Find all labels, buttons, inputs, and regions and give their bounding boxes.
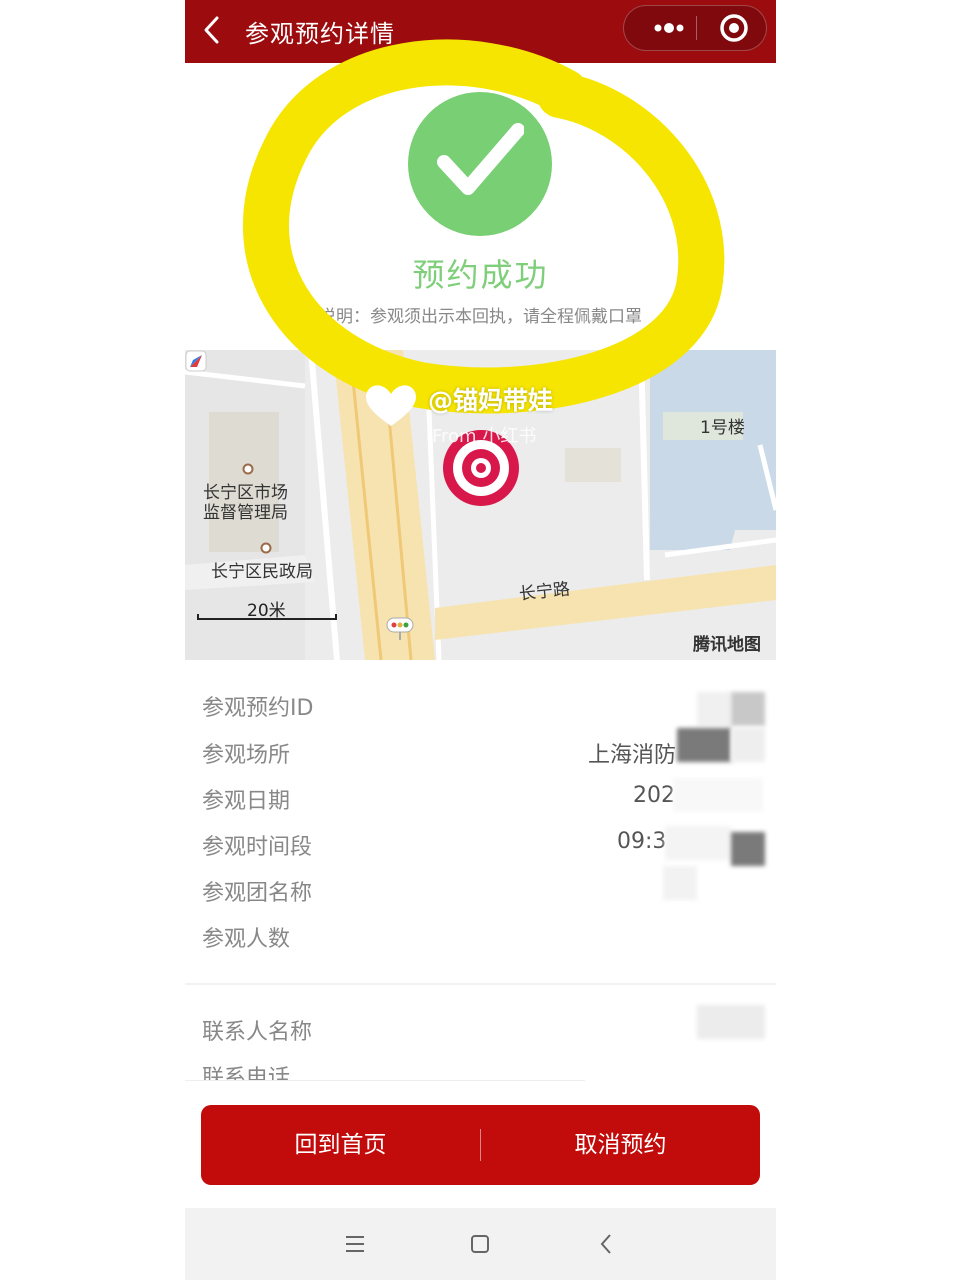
system-menu-button[interactable]	[335, 1226, 375, 1262]
section-divider	[185, 983, 776, 985]
target-close-icon	[720, 14, 748, 42]
phone-screen: 参观预约详情 预约成功 说明：参观须出示本回执，请全程佩戴口罩 1号楼 长宁区市…	[185, 0, 776, 1280]
location-target-icon	[443, 430, 519, 506]
reservation-note: 说明：参观须出示本回执，请全程佩戴口罩	[319, 307, 642, 327]
detail-value-venue: 上海消防	[588, 743, 677, 768]
detail-label-date: 参观日期	[202, 789, 291, 814]
chevron-left-icon	[204, 16, 219, 44]
more-dots-icon	[654, 23, 684, 33]
redacted-block	[665, 826, 731, 860]
tencent-map-logo-icon	[185, 350, 207, 372]
menu-icon	[346, 1236, 364, 1252]
close-mini-program-button[interactable]	[704, 6, 764, 50]
check-icon	[437, 123, 524, 195]
detail-value-timeslot: 09:3	[617, 829, 667, 854]
detail-label-venue: 参观场所	[202, 743, 291, 768]
system-back-button[interactable]	[587, 1226, 627, 1262]
detail-label-contact: 联系人名称	[202, 1020, 313, 1045]
more-button[interactable]	[634, 6, 694, 50]
map-provider-label: 腾讯地图	[693, 635, 761, 655]
redacted-block	[731, 728, 765, 762]
system-home-button[interactable]	[460, 1226, 500, 1262]
redacted-block	[677, 728, 731, 762]
back-home-button[interactable]: 回到首页	[201, 1105, 480, 1185]
capsule-divider	[696, 16, 697, 40]
redacted-block	[663, 866, 697, 900]
section-divider	[185, 1080, 585, 1081]
map-scale-bar	[197, 614, 337, 620]
redacted-block	[731, 832, 765, 866]
redacted-block	[731, 692, 765, 726]
detail-label-id: 参观预约ID	[202, 696, 314, 721]
action-bar: 回到首页 取消预约	[201, 1105, 760, 1185]
title-bar: 参观预约详情	[185, 0, 776, 63]
system-nav-bar	[185, 1208, 776, 1280]
mini-program-capsule	[623, 5, 767, 51]
back-icon	[600, 1234, 611, 1254]
redacted-block	[697, 692, 731, 726]
detail-value-date: 202	[633, 783, 675, 808]
home-square-icon	[471, 1235, 489, 1253]
map-label-poi2: 长宁区民政局	[211, 562, 313, 582]
redacted-block	[697, 1005, 765, 1039]
detail-label-group: 参观团名称	[202, 881, 313, 906]
success-badge	[408, 92, 552, 236]
success-title: 预约成功	[412, 256, 549, 294]
detail-label-timeslot: 参观时间段	[202, 835, 313, 860]
location-map[interactable]: 1号楼 长宁区市场 监督管理局 长宁区民政局 长宁路 20米 腾讯地图	[185, 350, 776, 660]
map-label-building: 1号楼	[700, 418, 745, 438]
cancel-reservation-button[interactable]: 取消预约	[481, 1105, 760, 1185]
detail-label-count: 参观人数	[202, 927, 291, 952]
page-title: 参观预约详情	[245, 20, 395, 48]
back-button[interactable]	[195, 12, 231, 48]
map-label-poi1-line2: 监督管理局	[203, 503, 288, 523]
map-label-poi1-line1: 长宁区市场	[203, 483, 288, 503]
detail-label-phone: 联系电话	[202, 1066, 291, 1080]
redacted-block	[673, 778, 763, 812]
